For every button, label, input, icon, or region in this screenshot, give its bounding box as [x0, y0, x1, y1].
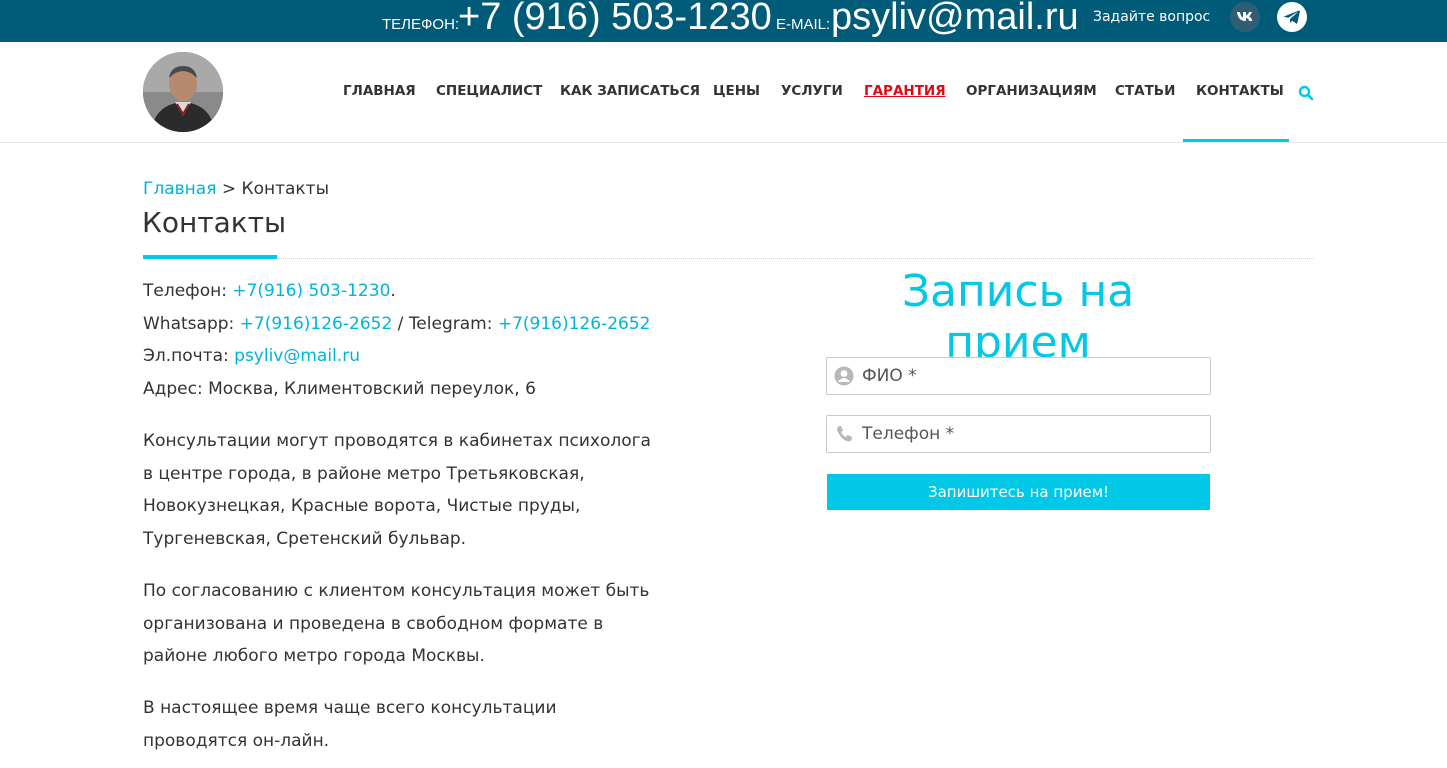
phone-icon	[834, 424, 854, 444]
user-icon	[834, 366, 854, 386]
contact-phone-label: Телефон:	[143, 281, 233, 301]
nav-item-contacts[interactable]: КОНТАКТЫ	[1196, 83, 1284, 99]
breadcrumb-current: Контакты	[241, 179, 330, 199]
nav-item-guarantee[interactable]: ГАРАНТИЯ	[864, 83, 946, 99]
search-icon[interactable]	[1298, 85, 1314, 101]
topbar-phone[interactable]: +7 (916) 503-1230	[458, 0, 772, 38]
phone-field[interactable]	[826, 415, 1211, 453]
contact-email-line: Эл.почта: psyliv@mail.ru	[143, 346, 360, 366]
vk-icon[interactable]	[1230, 2, 1260, 32]
paragraph-free-format: По согласованию с клиентом консультация …	[143, 581, 650, 666]
submit-booking-button[interactable]: Запишитесь на прием!	[827, 474, 1210, 510]
title-underline	[143, 255, 277, 259]
paragraph-locations: Консультации могут проводятся в кабинета…	[143, 431, 651, 549]
topbar-email-label: E-MAIL:	[776, 16, 831, 33]
nav-item-home[interactable]: ГЛАВНАЯ	[343, 83, 416, 99]
contact-address: Адрес: Москва, Климентовский переулок, 6	[143, 379, 536, 399]
site-header: ГЛАВНАЯ СПЕЦИАЛИСТ КАК ЗАПИСАТЬСЯ ЦЕНЫ У…	[0, 42, 1447, 143]
topbar-email[interactable]: psyliv@mail.ru	[831, 0, 1079, 38]
top-bar: ТЕЛЕФОН: +7 (916) 503-1230 E-MAIL: psyli…	[0, 0, 1447, 42]
booking-form-title: Запись на прием	[901, 266, 1135, 368]
contact-email-label: Эл.почта:	[143, 346, 235, 366]
nav-item-specialist[interactable]: СПЕЦИАЛИСТ	[436, 83, 542, 99]
contact-whatsapp-link[interactable]: +7(916)126-2652	[240, 314, 393, 334]
paragraph-online: В настоящее время чаще всего консультаци…	[143, 698, 557, 751]
name-field[interactable]	[826, 357, 1211, 395]
contact-messenger-line: Whatsapp: +7(916)126-2652 / Telegram: +7…	[143, 314, 650, 334]
nav-item-prices[interactable]: ЦЕНЫ	[713, 83, 760, 99]
contact-phone-line: Телефон: +7(916) 503-1230.	[143, 281, 396, 301]
telegram-icon[interactable]	[1277, 2, 1307, 32]
nav-item-organizations[interactable]: ОРГАНИЗАЦИЯМ	[966, 83, 1097, 99]
breadcrumb-separator: >	[216, 179, 242, 199]
avatar[interactable]	[143, 52, 223, 132]
nav-active-indicator	[1183, 139, 1289, 142]
nav-item-articles[interactable]: СТАТЬИ	[1115, 83, 1175, 99]
page-title: Контакты	[142, 206, 287, 239]
nav-item-how-to-book[interactable]: КАК ЗАПИСАТЬСЯ	[560, 83, 700, 99]
contact-telegram-link[interactable]: +7(916)126-2652	[498, 314, 651, 334]
ask-question-link[interactable]: Задайте вопрос	[1093, 9, 1210, 25]
topbar-phone-label: ТЕЛЕФОН:	[382, 16, 460, 33]
name-input[interactable]	[862, 358, 1202, 394]
contact-email-link[interactable]: psyliv@mail.ru	[234, 346, 360, 366]
contact-telegram-label: / Telegram:	[392, 314, 498, 334]
contact-phone-link[interactable]: +7(916) 503-1230	[232, 281, 390, 301]
breadcrumb-home-link[interactable]: Главная	[143, 179, 216, 199]
breadcrumb: Главная > Контакты	[143, 179, 329, 199]
title-divider	[277, 258, 1314, 259]
phone-input[interactable]	[862, 416, 1202, 452]
nav-item-services[interactable]: УСЛУГИ	[781, 83, 843, 99]
contact-whatsapp-label: Whatsapp:	[143, 314, 240, 334]
contact-phone-suffix: .	[390, 281, 396, 301]
